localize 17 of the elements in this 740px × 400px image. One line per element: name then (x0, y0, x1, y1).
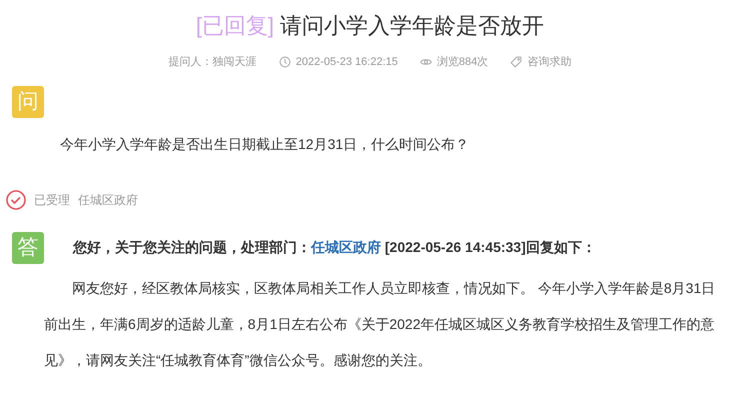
answer-text: 网友您好，经区教体局核实，区教体局相关工作人员立即核查，情况如下。 今年小学入学年龄是8月31日前出生，年满6周岁的适龄儿童，8月1日左右公布《关于2022年任城区城区义务教育学校招生及管理工作的意见》，请网友关注“任城教育体育”微信公众号。感谢您的关注。 (44, 278, 716, 370)
asker-name: 提问人：独闯天涯 (168, 55, 257, 70)
answer-badge: 答 (12, 232, 44, 264)
question-text: 今年小学入学年龄是否出生日期截止至12月31日，什么时间公布？ (59, 134, 470, 154)
department-name: 任城区政府 (78, 192, 138, 208)
view-count: 浏览884次 (436, 54, 488, 70)
post-time: 2022-05-23 16:22:15 (296, 55, 398, 70)
question-badge: 问 (12, 86, 44, 118)
department-link[interactable]: 任城区政府 (311, 239, 381, 255)
reply-heading: 您好，关于您关注的问题，处理部门：任城区政府 [2022-05-26 14:45:33]回复如下： (73, 238, 596, 257)
category-label: 咨询求助 (527, 55, 572, 70)
status-label: [已回复] (196, 13, 274, 38)
status-text: 已受理 (34, 192, 70, 208)
question-title: 请问小学入学年龄是否放开 (280, 13, 544, 38)
clock-icon (278, 56, 291, 68)
check-circle-icon (6, 190, 26, 210)
tag-icon (510, 56, 522, 68)
